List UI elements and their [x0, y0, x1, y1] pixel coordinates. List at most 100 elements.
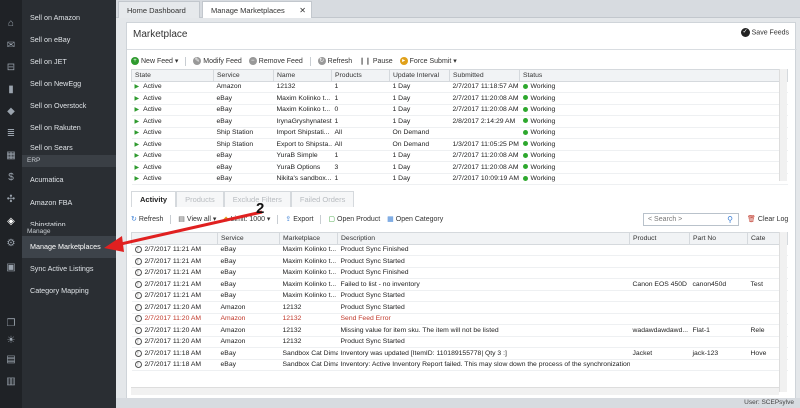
- marketplace-cell: 12132: [279, 313, 338, 325]
- box-icon[interactable]: ▣: [5, 262, 17, 274]
- activity-horizontal-scrollbar[interactable]: [131, 387, 779, 395]
- apps-icon[interactable]: ▤: [5, 354, 17, 366]
- sidebar-item-amazon-fba[interactable]: Amazon FBA: [22, 192, 116, 214]
- sidebar-item-sell-rakuten[interactable]: Sell on Rakuten: [22, 117, 116, 139]
- table-row[interactable]: ! 2/7/2017 11:20 AM Amazon 12132 Send Feed E…: [131, 313, 788, 325]
- play-icon: ▶: [134, 118, 140, 125]
- table-row[interactable]: ▶ Active Ship Station Import Shipstati... Al…: [131, 127, 788, 139]
- remove-feed-button[interactable]: − Remove Feed: [248, 56, 303, 68]
- tab-products[interactable]: Products: [176, 191, 224, 207]
- chart-icon[interactable]: ▮: [5, 84, 17, 96]
- part-cell: [689, 359, 748, 371]
- column-header[interactable]: Name: [273, 69, 332, 82]
- column-header[interactable]: Status: [519, 69, 788, 82]
- interval-cell: On Demand: [389, 138, 450, 151]
- cart-icon[interactable]: ⊟: [5, 62, 17, 74]
- grid-icon[interactable]: ▦: [5, 150, 17, 162]
- sidebar-item-sync-active-listings[interactable]: Sync Active Listings: [22, 258, 116, 280]
- table-row[interactable]: ! 2/7/2017 11:18 AM eBay Sandbox Cat Dima In…: [131, 347, 788, 360]
- column-header[interactable]: Service: [213, 69, 274, 82]
- table-row[interactable]: ! 2/7/2017 11:21 AM eBay Maxim Kolinko t...…: [131, 244, 788, 256]
- save-feeds-button[interactable]: ✓ Save Feeds: [740, 28, 789, 38]
- search-icon[interactable]: ⚲: [722, 214, 738, 225]
- window-icon[interactable]: ❐: [5, 318, 17, 330]
- status-text: Working: [530, 83, 556, 91]
- table-row[interactable]: ▶ Active eBay Maxim Kolinko t... 1 1 Day 2/7/2…: [131, 92, 788, 105]
- table-row[interactable]: ▶ Active eBay YuraB Simple 1 1 Day 2/7/2017 11…: [131, 150, 788, 162]
- column-header[interactable]: Service: [217, 232, 280, 245]
- home-icon[interactable]: ⌂: [5, 18, 17, 30]
- dollar-icon[interactable]: $: [5, 172, 17, 184]
- tag-icon[interactable]: ◆: [5, 106, 17, 118]
- new-feed-button[interactable]: + New Feed ▾: [131, 56, 178, 68]
- tab-home-dashboard[interactable]: Home Dashboard: [118, 1, 200, 18]
- time-text: 2/7/2017 11:18 AM: [144, 349, 202, 357]
- column-header[interactable]: Marketplace: [279, 232, 338, 245]
- tab-activity[interactable]: Activity: [131, 191, 177, 207]
- list-icon[interactable]: ≣: [5, 128, 17, 140]
- state-text: Active: [143, 83, 162, 91]
- column-header[interactable]: Submitted: [449, 69, 520, 82]
- feeds-vertical-scrollbar[interactable]: [779, 69, 787, 181]
- clear-log-button[interactable]: 🗑 Clear Log: [747, 213, 788, 227]
- table-row[interactable]: ! 2/7/2017 11:20 AM Amazon 12132 Product Syn…: [131, 301, 788, 314]
- search-input[interactable]: < Search > ⚲: [643, 213, 739, 226]
- new-feed-label: New Feed: [141, 58, 173, 65]
- column-header[interactable]: Part No: [689, 232, 748, 245]
- sidebar-item-manage-marketplaces[interactable]: Manage Marketplaces: [22, 236, 116, 258]
- submitted-cell: 2/7/2017 11:20:08 AM: [449, 150, 520, 162]
- column-header[interactable]: Product: [629, 232, 690, 245]
- gear-icon[interactable]: ⚙: [5, 238, 17, 250]
- table-row[interactable]: ! 2/7/2017 11:21 AM eBay Maxim Kolinko t...…: [131, 278, 788, 291]
- column-header[interactable]: [131, 232, 218, 245]
- sidebar-item-sell-jet[interactable]: Sell on JET: [22, 51, 116, 73]
- share-icon[interactable]: ✣: [5, 194, 17, 206]
- description-cell: Inventory: Active Inventory Report faile…: [337, 359, 630, 371]
- sidebar-item-acumatica[interactable]: Acumatica: [22, 169, 116, 191]
- modify-feed-button[interactable]: ✎ Modify Feed: [193, 56, 242, 68]
- table-row[interactable]: ! 2/7/2017 11:20 AM Amazon 12132 Product Syn…: [131, 336, 788, 348]
- table-row[interactable]: ! 2/7/2017 11:21 AM eBay Maxim Kolinko t...…: [131, 255, 788, 268]
- table-row[interactable]: ! 2/7/2017 11:18 AM eBay Sandbox Cat Dima In…: [131, 359, 788, 371]
- table-row[interactable]: ! 2/7/2017 11:21 AM eBay Maxim Kolinko t...…: [131, 267, 788, 279]
- marketplace-cell: 12132: [279, 301, 338, 314]
- table-row[interactable]: ▶ Active eBay Maxim Kolinko t... 0 1 Day 2/7/2…: [131, 104, 788, 116]
- table-row[interactable]: ! 2/7/2017 11:20 AM Amazon 12132 Missing val…: [131, 324, 788, 337]
- open-category-button[interactable]: ▦ Open Category: [387, 213, 443, 227]
- export-button[interactable]: ⇪ Export: [285, 213, 313, 227]
- layers-icon[interactable]: ◈: [5, 216, 17, 228]
- table-row[interactable]: ▶ Active eBay Nikita's sandbox... 1 1 Day 2/7/…: [131, 173, 788, 185]
- force-submit-button[interactable]: ▸ Force Submit ▾: [399, 56, 457, 68]
- column-header[interactable]: Update Interval: [389, 69, 450, 82]
- view-all-dropdown[interactable]: ▤ View all ▾: [178, 213, 216, 227]
- product-cell: [629, 255, 690, 268]
- column-header[interactable]: Description: [337, 232, 630, 245]
- table-row[interactable]: ▶ Active Ship Station Export to Shipsta... A…: [131, 138, 788, 151]
- sidebar-item-sell-newegg[interactable]: Sell on NewEgg: [22, 73, 116, 95]
- table-row[interactable]: ▶ Active eBay YuraB Options 3 1 Day 2/7/2017 1…: [131, 161, 788, 174]
- open-product-button[interactable]: ▢ Open Product: [328, 213, 380, 227]
- close-icon[interactable]: ✕: [299, 2, 306, 19]
- activity-refresh-button[interactable]: ↻ Refresh: [131, 213, 163, 227]
- bulb-icon[interactable]: ☀: [5, 335, 17, 347]
- sidebar-item-sell-ebay[interactable]: Sell on eBay: [22, 29, 116, 51]
- table-row[interactable]: ▶ Active Amazon 12132 1 1 Day 2/7/2017 11:18:5…: [131, 81, 788, 93]
- calendar-icon[interactable]: ▥: [5, 376, 17, 388]
- tab-manage-marketplaces[interactable]: Manage Marketplaces ✕: [202, 1, 312, 18]
- status-cell: Working: [519, 115, 788, 128]
- mail-icon[interactable]: ✉: [5, 40, 17, 52]
- sidebar-item-sell-amazon[interactable]: Sell on Amazon: [22, 7, 116, 29]
- refresh-button[interactable]: ↻ Refresh: [317, 56, 352, 68]
- pause-button[interactable]: ❙❙ Pause: [359, 56, 393, 68]
- name-cell: 12132: [273, 81, 332, 93]
- submitted-cell: 2/7/2017 11:20:08 AM: [449, 104, 520, 116]
- tab-failed-orders[interactable]: Failed Orders: [290, 191, 355, 207]
- sidebar-item-category-mapping[interactable]: Category Mapping: [22, 280, 116, 302]
- product-cell: [629, 359, 690, 371]
- table-row[interactable]: ▶ Active eBay IrynaGryshynatest 1 1 Day 2/8/20…: [131, 115, 788, 128]
- activity-vertical-scrollbar[interactable]: [779, 232, 787, 392]
- column-header[interactable]: State: [131, 69, 214, 82]
- column-header[interactable]: Products: [331, 69, 390, 82]
- sidebar-item-sell-overstock[interactable]: Sell on Overstock: [22, 95, 116, 117]
- table-row[interactable]: ! 2/7/2017 11:21 AM eBay Maxim Kolinko t...…: [131, 290, 788, 302]
